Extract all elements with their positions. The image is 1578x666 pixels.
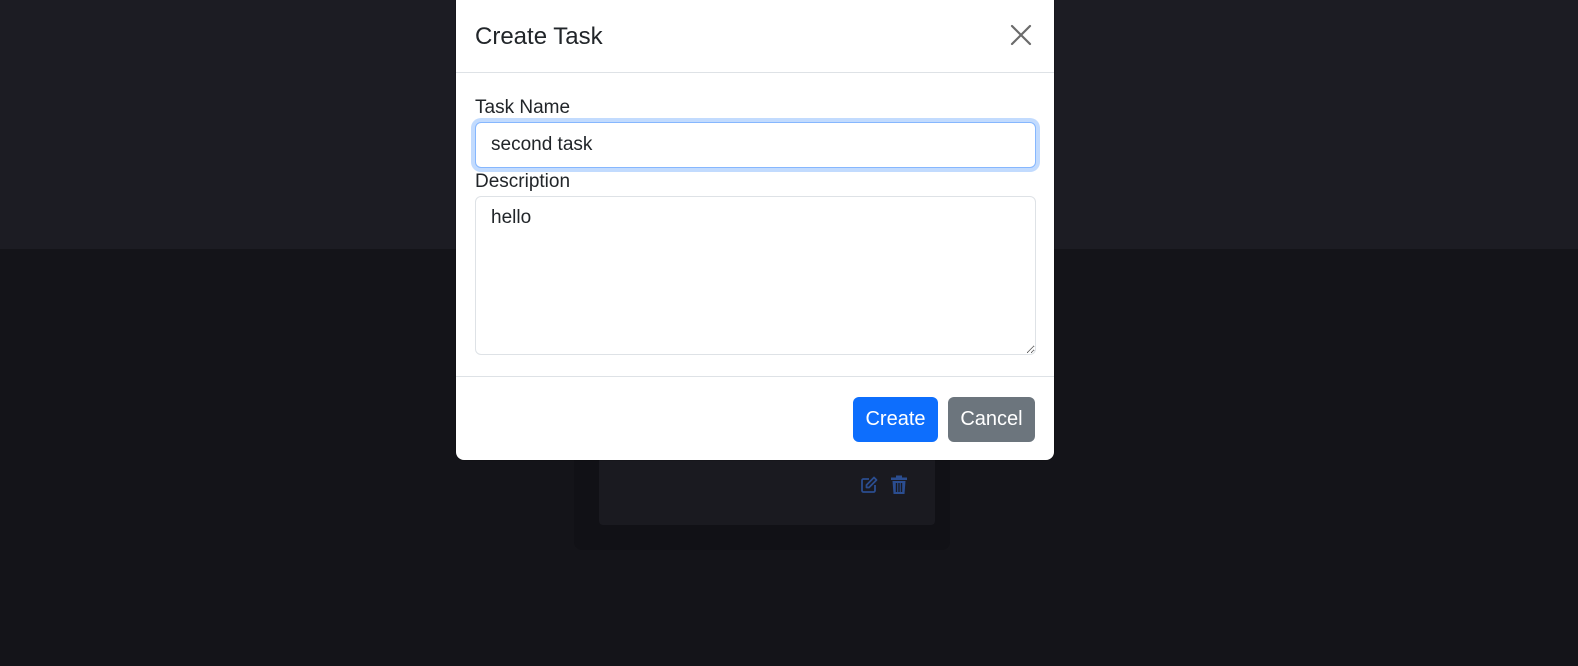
create-button[interactable]: Create [853, 397, 938, 442]
modal-footer: Create Cancel [456, 376, 1054, 460]
modal-title: Create Task [475, 23, 603, 50]
modal-header: Create Task [456, 0, 1054, 73]
task-name-label: Task Name [475, 97, 571, 118]
close-icon [1008, 24, 1034, 51]
description-label: Description [475, 171, 571, 192]
cancel-button[interactable]: Cancel [948, 397, 1035, 442]
task-name-input[interactable] [475, 122, 1036, 168]
close-button[interactable] [1008, 22, 1034, 48]
create-task-modal: Create Task Task Name Description hello … [456, 0, 1054, 460]
edit-icon [859, 474, 879, 496]
trash-icon [889, 474, 909, 496]
description-textarea[interactable]: hello [475, 196, 1036, 355]
